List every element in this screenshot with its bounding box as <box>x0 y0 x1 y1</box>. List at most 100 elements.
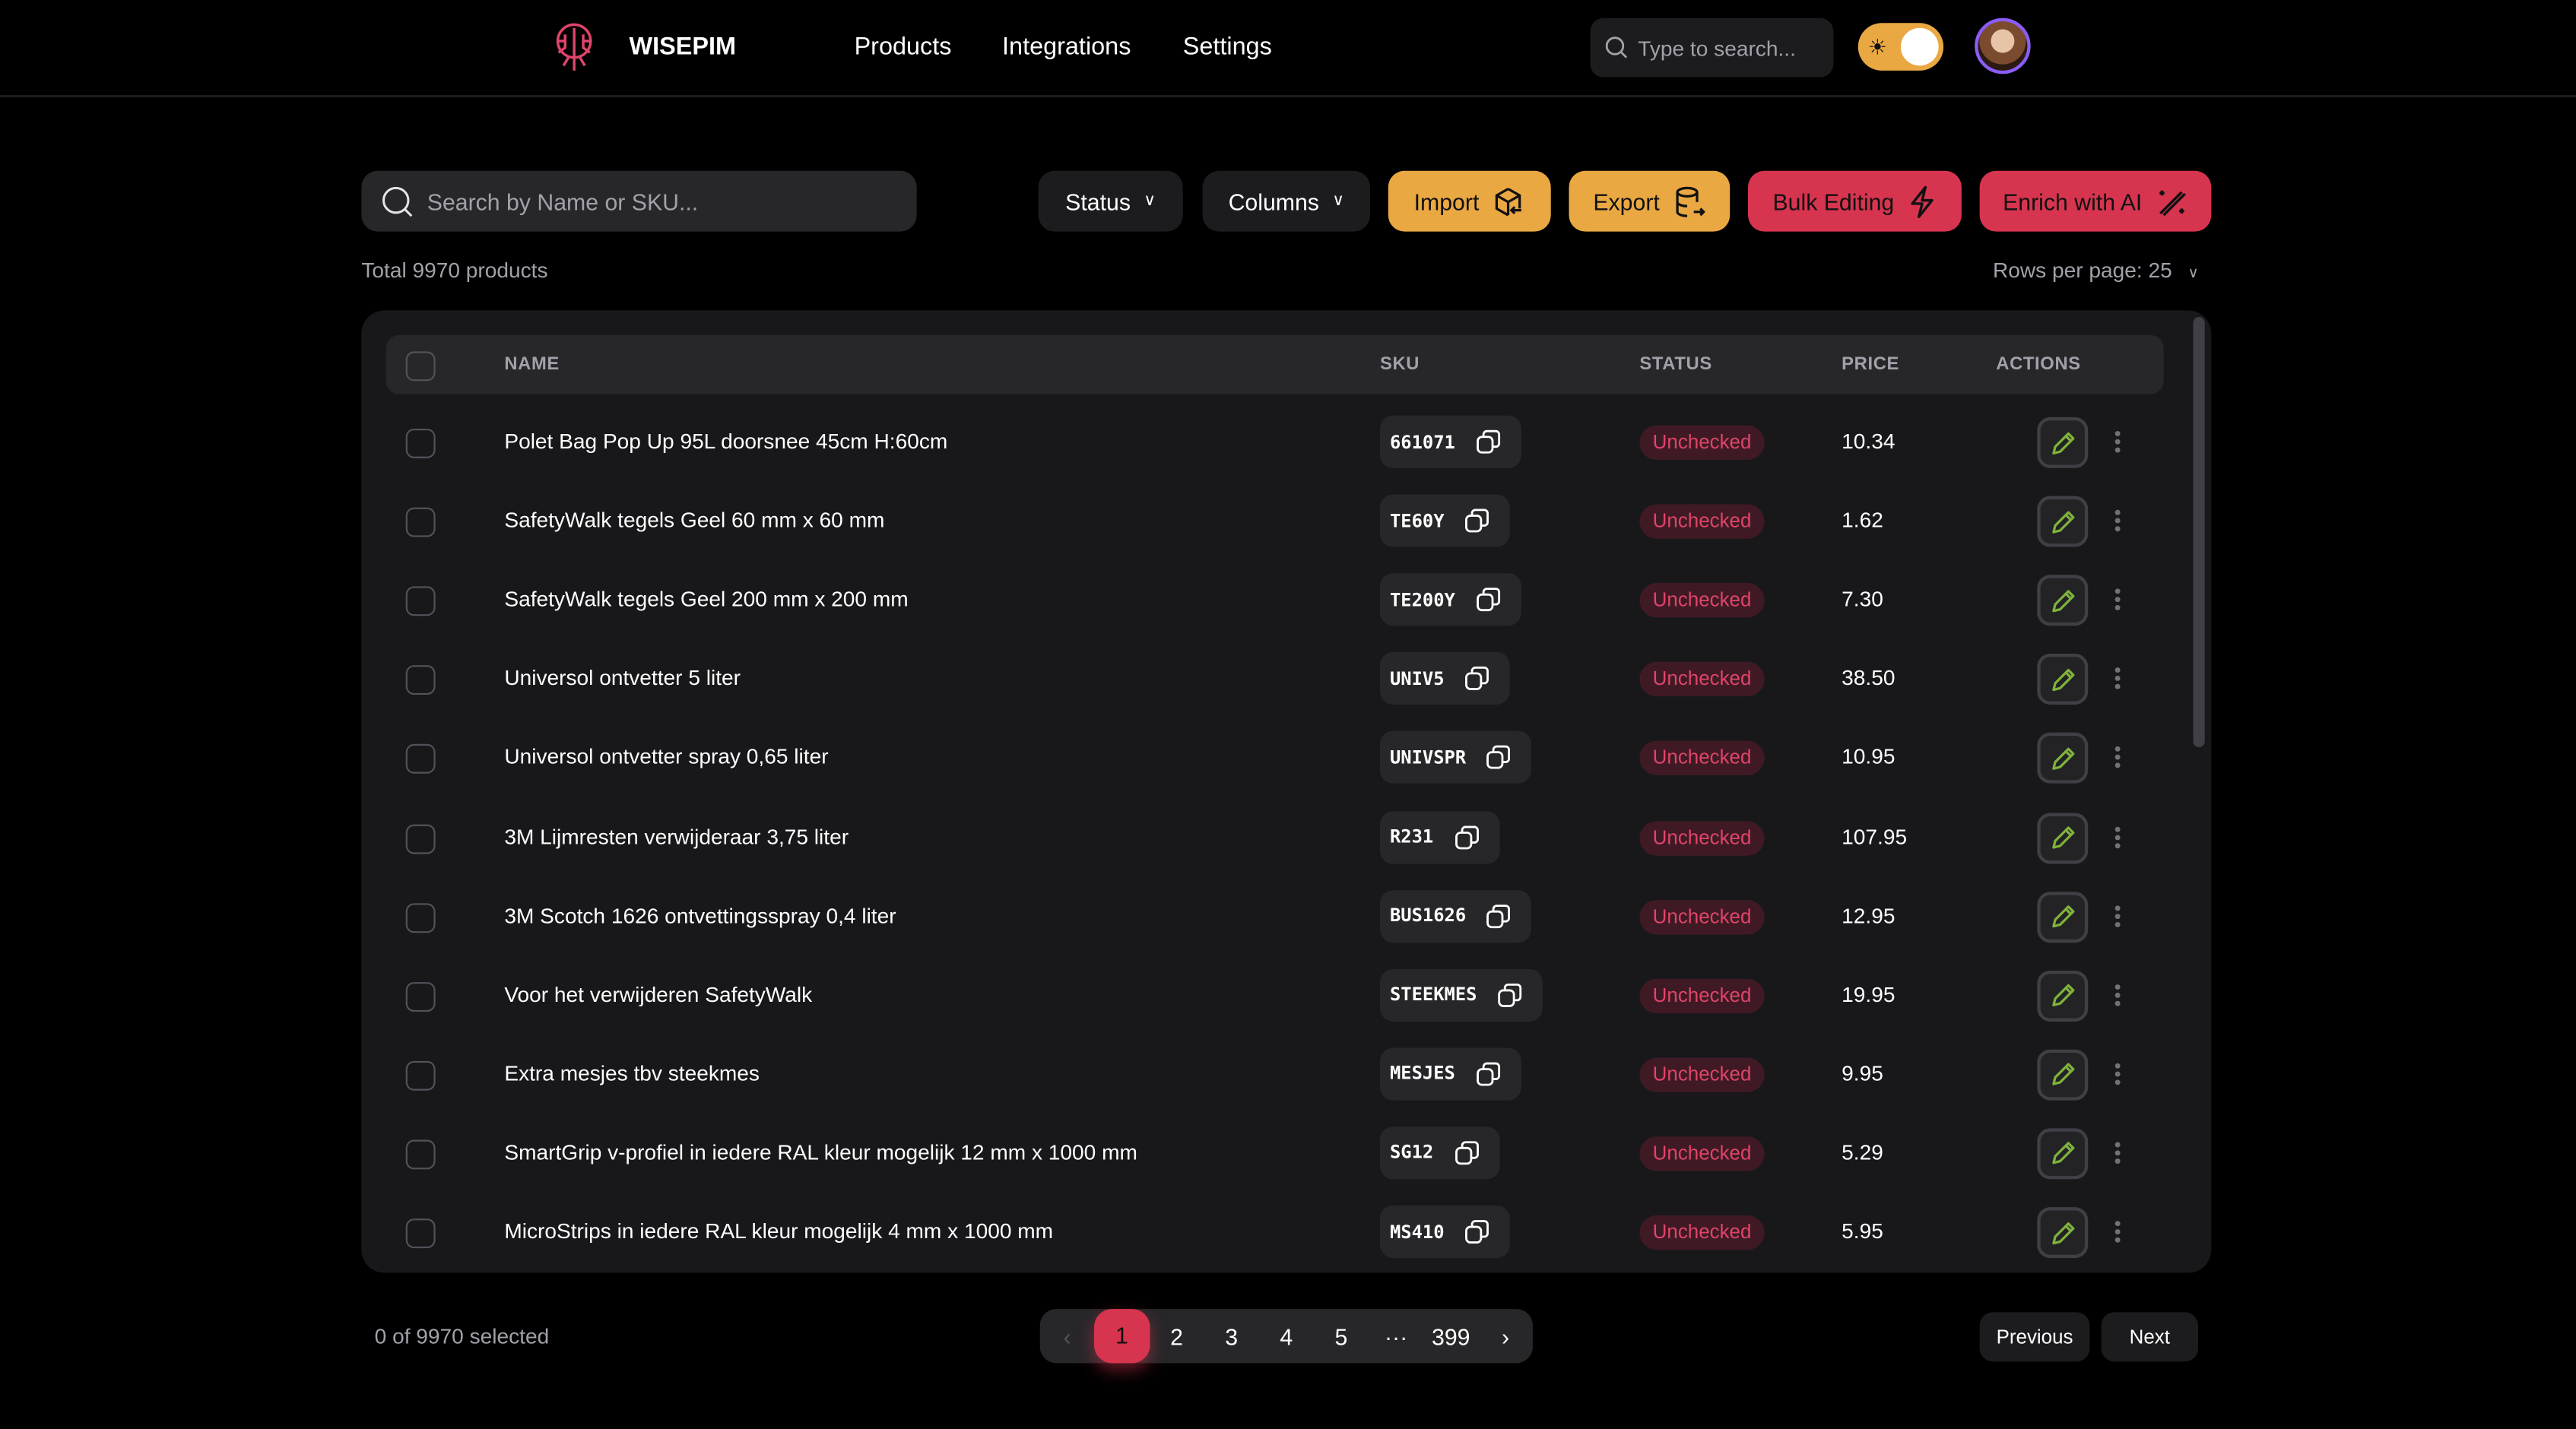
product-name[interactable]: SafetyWalk tegels Geel 200 mm x 200 mm <box>504 587 908 611</box>
product-name[interactable]: Extra mesjes tbv steekmes <box>504 1060 760 1085</box>
copy-icon[interactable] <box>1464 666 1490 692</box>
header-name: NAME <box>504 354 560 375</box>
price-value: 5.95 <box>1842 1218 1883 1244</box>
edit-button[interactable] <box>2037 1049 2089 1101</box>
more-options-icon[interactable] <box>2113 1139 2123 1166</box>
more-options-icon[interactable] <box>2113 587 2123 613</box>
sku-chip: UNIVSPR <box>1379 731 1532 784</box>
edit-button[interactable] <box>2037 654 2089 705</box>
product-name[interactable]: Universol ontvetter 5 liter <box>504 666 741 690</box>
global-search-input[interactable]: Type to search... <box>1590 17 1834 78</box>
sku-value: TE60Y <box>1389 510 1445 532</box>
sku-value: UNIV5 <box>1389 667 1445 690</box>
product-name[interactable]: 3M Scotch 1626 ontvettingsspray 0,4 lite… <box>504 903 896 927</box>
bulk-editing-button[interactable]: Bulk Editing <box>1747 170 1962 232</box>
table-scrollbar[interactable] <box>2193 317 2205 748</box>
edit-button[interactable] <box>2037 575 2089 626</box>
user-avatar[interactable] <box>1975 17 2031 74</box>
product-name[interactable]: SafetyWalk tegels Geel 60 mm x 60 mm <box>504 508 884 532</box>
copy-icon[interactable] <box>1453 1139 1480 1166</box>
edit-button[interactable] <box>2037 417 2089 468</box>
page-5[interactable]: 5 <box>1314 1323 1369 1349</box>
rows-per-page-label: Rows per page: 25 <box>1992 258 2172 283</box>
select-all-checkbox[interactable] <box>405 351 436 382</box>
edit-button[interactable] <box>2037 1207 2089 1259</box>
previous-button[interactable]: Previous <box>1979 1312 2090 1362</box>
copy-icon[interactable] <box>1453 824 1480 851</box>
copy-icon[interactable] <box>1475 1060 1502 1087</box>
page-1[interactable]: 1 <box>1094 1309 1150 1364</box>
status-badge: Unchecked <box>1639 978 1765 1013</box>
page-3[interactable]: 3 <box>1204 1323 1259 1349</box>
more-options-icon[interactable] <box>2113 666 2123 692</box>
row-checkbox[interactable] <box>405 586 436 616</box>
more-options-icon[interactable] <box>2113 745 2123 772</box>
row-checkbox[interactable] <box>405 507 436 537</box>
sku-chip: SG12 <box>1379 1126 1499 1180</box>
edit-button[interactable] <box>2037 733 2089 784</box>
search-icon <box>1605 36 1628 59</box>
product-search-input[interactable]: Search by Name or SKU... <box>361 170 917 232</box>
edit-button[interactable] <box>2037 891 2089 943</box>
theme-toggle[interactable]: ☀ <box>1857 23 1944 71</box>
more-options-icon[interactable] <box>2113 824 2123 851</box>
copy-icon[interactable] <box>1486 903 1512 930</box>
edit-button[interactable] <box>2037 1128 2089 1180</box>
enrich-ai-button[interactable]: Enrich with AI <box>1979 170 2212 232</box>
nav-integrations[interactable]: Integrations <box>1002 33 1131 61</box>
more-options-icon[interactable] <box>2113 508 2123 534</box>
pencil-icon <box>2051 1142 2074 1165</box>
enrich-ai-label: Enrich with AI <box>2003 188 2143 214</box>
status-filter-button[interactable]: Status ∨ <box>1038 170 1183 232</box>
export-label: Export <box>1593 188 1660 214</box>
price-value: 1.62 <box>1842 507 1883 533</box>
import-button[interactable]: Import <box>1388 170 1551 232</box>
nav-settings[interactable]: Settings <box>1183 33 1272 61</box>
page-399[interactable]: 399 <box>1423 1323 1478 1349</box>
row-checkbox[interactable] <box>405 1218 436 1249</box>
columns-button[interactable]: Columns ∨ <box>1202 170 1371 232</box>
page-4[interactable]: 4 <box>1259 1323 1314 1349</box>
next-page-chevron-icon[interactable]: › <box>1478 1323 1533 1349</box>
copy-icon[interactable] <box>1475 429 1502 455</box>
edit-button[interactable] <box>2037 812 2089 863</box>
product-name[interactable]: SmartGrip v-profiel in iedere RAL kleur … <box>504 1139 1137 1164</box>
product-name[interactable]: Polet Bag Pop Up 95L doorsnee 45cm H:60c… <box>504 429 947 453</box>
rows-per-page-select[interactable]: Rows per page: 25 ∨ <box>1993 258 2199 282</box>
price-value: 107.95 <box>1842 823 1908 849</box>
more-options-icon[interactable] <box>2113 1218 2123 1245</box>
row-checkbox[interactable] <box>405 428 436 458</box>
copy-icon[interactable] <box>1486 745 1512 772</box>
product-name[interactable]: 3M Lijmresten verwijderaar 3,75 liter <box>504 824 849 848</box>
more-options-icon[interactable] <box>2113 903 2123 930</box>
export-button[interactable]: Export <box>1569 170 1731 232</box>
table-row: SafetyWalk tegels Geel 200 mm x 200 mm T… <box>361 560 2184 639</box>
product-name[interactable]: Universol ontvetter spray 0,65 liter <box>504 745 828 769</box>
status-badge: Unchecked <box>1639 425 1765 460</box>
row-checkbox[interactable] <box>405 1139 436 1170</box>
row-checkbox[interactable] <box>405 1060 436 1091</box>
row-checkbox[interactable] <box>405 981 436 1012</box>
row-checkbox[interactable] <box>405 902 436 933</box>
product-name[interactable]: Voor het verwijderen SafetyWalk <box>504 981 812 1006</box>
page-2[interactable]: 2 <box>1149 1323 1204 1349</box>
nav-products[interactable]: Products <box>855 33 952 61</box>
more-options-icon[interactable] <box>2113 1060 2123 1087</box>
header-sku: SKU <box>1379 354 1420 375</box>
copy-icon[interactable] <box>1475 587 1502 613</box>
copy-icon[interactable] <box>1496 981 1523 1008</box>
copy-icon[interactable] <box>1464 1218 1490 1245</box>
more-options-icon[interactable] <box>2113 981 2123 1008</box>
prev-page-chevron-icon[interactable]: ‹ <box>1040 1323 1095 1349</box>
row-checkbox[interactable] <box>405 744 436 775</box>
row-checkbox[interactable] <box>405 823 436 854</box>
row-checkbox[interactable] <box>405 665 436 695</box>
copy-icon[interactable] <box>1464 508 1490 534</box>
product-name[interactable]: MicroStrips in iedere RAL kleur mogelijk… <box>504 1218 1053 1243</box>
more-options-icon[interactable] <box>2113 429 2123 455</box>
next-button[interactable]: Next <box>2101 1312 2199 1362</box>
edit-button[interactable] <box>2037 970 2089 1022</box>
pencil-icon <box>2051 1063 2074 1086</box>
table-row: Polet Bag Pop Up 95L doorsnee 45cm H:60c… <box>361 402 2184 481</box>
edit-button[interactable] <box>2037 496 2089 547</box>
